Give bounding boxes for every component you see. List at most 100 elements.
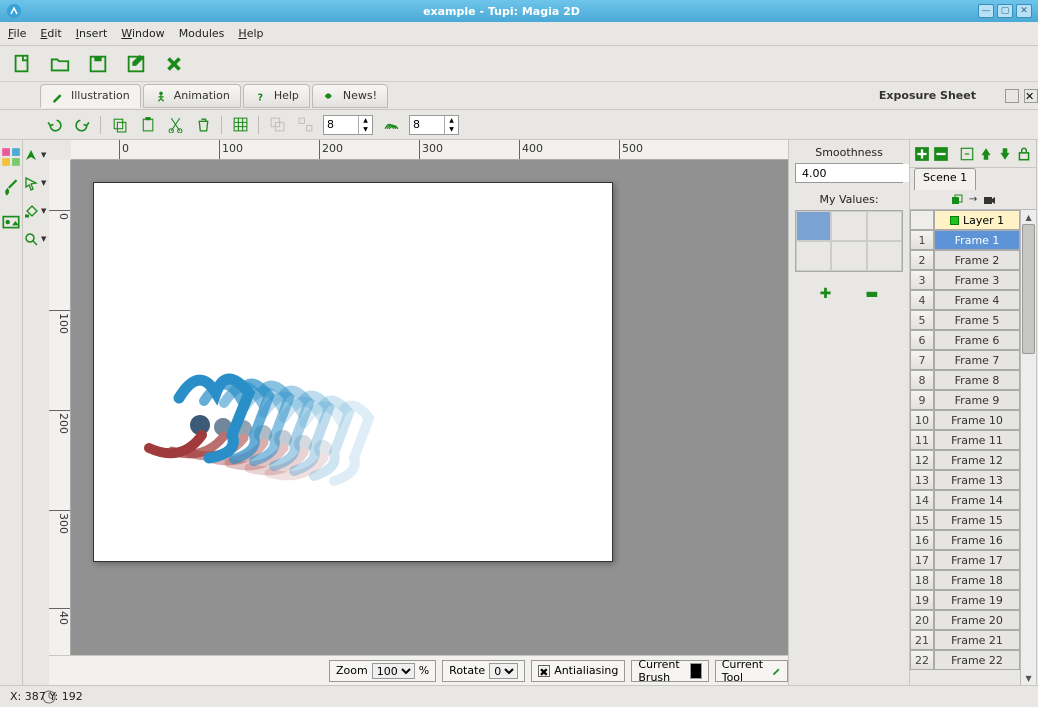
new-button[interactable] — [10, 52, 34, 76]
frame-row[interactable]: 16Frame 16 — [910, 530, 1020, 550]
layer-icon[interactable] — [951, 194, 963, 206]
frame-row[interactable]: 8Frame 8 — [910, 370, 1020, 390]
close-button[interactable]: ✕ — [1016, 4, 1032, 18]
layer-header[interactable]: Layer 1 — [934, 210, 1020, 230]
tool-dock: ▼ ▼ ▼ ▼ — [23, 140, 49, 685]
frame-row[interactable]: 18Frame 18 — [910, 570, 1020, 590]
rotate-control[interactable]: Rotate0 — [442, 660, 525, 682]
maximize-button[interactable]: ▢ — [997, 4, 1013, 18]
menu-file[interactable]: File — [8, 27, 26, 40]
lock-button[interactable] — [1016, 146, 1032, 162]
panel-float-icon[interactable] — [1005, 89, 1019, 103]
menu-modules[interactable]: Modules — [179, 27, 225, 40]
app-icon — [6, 3, 22, 19]
grid-button[interactable] — [230, 115, 250, 135]
onion-next-input[interactable]: ▲▼ — [409, 115, 459, 135]
minimize-button[interactable]: — — [978, 4, 994, 18]
move-up-button[interactable] — [978, 146, 994, 162]
frame-row[interactable]: 22Frame 22 — [910, 650, 1020, 670]
paste-button[interactable] — [137, 115, 157, 135]
mode-tabs: Illustration Animation ?Help News! Expos… — [0, 82, 1038, 110]
exposure-table: Layer 1 1Frame 12Frame 23Frame 34Frame 4… — [910, 210, 1020, 685]
remove-value-button[interactable]: ▬ — [865, 286, 878, 302]
antialias-checkbox[interactable]: ✖Antialiasing — [531, 660, 625, 682]
smoothness-label: Smoothness — [815, 146, 883, 159]
frame-row[interactable]: 13Frame 13 — [910, 470, 1020, 490]
frame-row[interactable]: 9Frame 9 — [910, 390, 1020, 410]
zoom-tool[interactable]: ▼ — [23, 230, 49, 248]
frame-row[interactable]: 20Frame 20 — [910, 610, 1020, 630]
exposure-sheet-panel: Scene 1 → Layer 1 1Frame 12Frame 23Frame… — [909, 140, 1036, 685]
frame-row[interactable]: 6Frame 6 — [910, 330, 1020, 350]
drawing-content — [124, 363, 424, 543]
frame-row[interactable]: 4Frame 4 — [910, 290, 1020, 310]
menu-window[interactable]: Window — [121, 27, 164, 40]
main-toolbar — [0, 46, 1038, 82]
panel-close-icon[interactable]: ✕ — [1024, 89, 1038, 103]
frame-row[interactable]: 19Frame 19 — [910, 590, 1020, 610]
add-frame-button[interactable] — [914, 146, 930, 162]
frame-row[interactable]: 14Frame 14 — [910, 490, 1020, 510]
current-tool[interactable]: Current Tool — [715, 660, 788, 682]
frame-row[interactable]: 7Frame 7 — [910, 350, 1020, 370]
smoothness-input[interactable]: ▲▼ — [795, 163, 903, 183]
scene-tab[interactable]: Scene 1 — [914, 168, 976, 190]
tab-news[interactable]: News! — [312, 84, 388, 108]
frame-row[interactable]: 1Frame 1 — [910, 230, 1020, 250]
menu-edit[interactable]: Edit — [40, 27, 61, 40]
frame-row[interactable]: 12Frame 12 — [910, 450, 1020, 470]
cut-button[interactable] — [165, 115, 185, 135]
frame-row[interactable]: 17Frame 17 — [910, 550, 1020, 570]
save-button[interactable] — [86, 52, 110, 76]
window-title: example - Tupi: Magia 2D — [28, 5, 975, 18]
scroll-thumb[interactable] — [1022, 224, 1035, 354]
canvas-viewport[interactable] — [71, 160, 788, 655]
close-project-button[interactable] — [162, 52, 186, 76]
color-palette-icon[interactable] — [0, 146, 22, 168]
frame-row[interactable]: 15Frame 15 — [910, 510, 1020, 530]
canvas-paper[interactable] — [93, 182, 613, 562]
onion-prev-input[interactable]: ▲▼ — [323, 115, 373, 135]
coords-readout: X: 387 Y: 192 — [10, 690, 83, 703]
frame-row[interactable]: 3Frame 3 — [910, 270, 1020, 290]
svg-text:?: ? — [257, 92, 263, 103]
group-button[interactable] — [267, 115, 287, 135]
current-brush[interactable]: Current Brush — [631, 660, 708, 682]
fill-tool[interactable]: ▼ — [23, 202, 49, 220]
tab-animation[interactable]: Animation — [143, 84, 241, 108]
exposure-scrollbar[interactable]: ▲ ▼ — [1020, 210, 1036, 685]
delete-button[interactable] — [193, 115, 213, 135]
frame-row[interactable]: 11Frame 11 — [910, 430, 1020, 450]
menubar: File Edit Insert Window Modules Help — [0, 22, 1038, 46]
ungroup-button[interactable] — [295, 115, 315, 135]
remove-frame-button[interactable] — [933, 146, 949, 162]
add-value-button[interactable]: ✚ — [820, 286, 832, 302]
pen-tool[interactable]: ▼ — [23, 146, 49, 164]
exposure-mini-tools: → — [910, 190, 1036, 210]
copy-button[interactable] — [109, 115, 129, 135]
menu-insert[interactable]: Insert — [76, 27, 108, 40]
arrow-icon: → — [969, 194, 977, 205]
canvas-controls: Zoom100% Rotate0 ✖Antialiasing Current B… — [49, 655, 788, 685]
frame-row[interactable]: 21Frame 21 — [910, 630, 1020, 650]
move-frame-icon[interactable] — [959, 146, 975, 162]
onion-skin-icon[interactable] — [381, 115, 401, 135]
undo-button[interactable] — [44, 115, 64, 135]
open-button[interactable] — [48, 52, 72, 76]
values-grid[interactable] — [795, 210, 903, 272]
saveas-button[interactable] — [124, 52, 148, 76]
tool-properties-panel: Smoothness ▲▼ My Values: ✚ ▬ — [788, 140, 909, 685]
menu-help[interactable]: Help — [238, 27, 263, 40]
zoom-control[interactable]: Zoom100% — [329, 660, 436, 682]
frame-row[interactable]: 2Frame 2 — [910, 250, 1020, 270]
library-icon[interactable] — [0, 210, 22, 232]
tab-help[interactable]: ?Help — [243, 84, 310, 108]
frame-row[interactable]: 5Frame 5 — [910, 310, 1020, 330]
tab-illustration[interactable]: Illustration — [40, 84, 141, 108]
move-down-button[interactable] — [997, 146, 1013, 162]
frame-row[interactable]: 10Frame 10 — [910, 410, 1020, 430]
camera-icon[interactable] — [983, 194, 995, 206]
select-tool[interactable]: ▼ — [23, 174, 49, 192]
brush-icon[interactable] — [0, 178, 22, 200]
redo-button[interactable] — [72, 115, 92, 135]
